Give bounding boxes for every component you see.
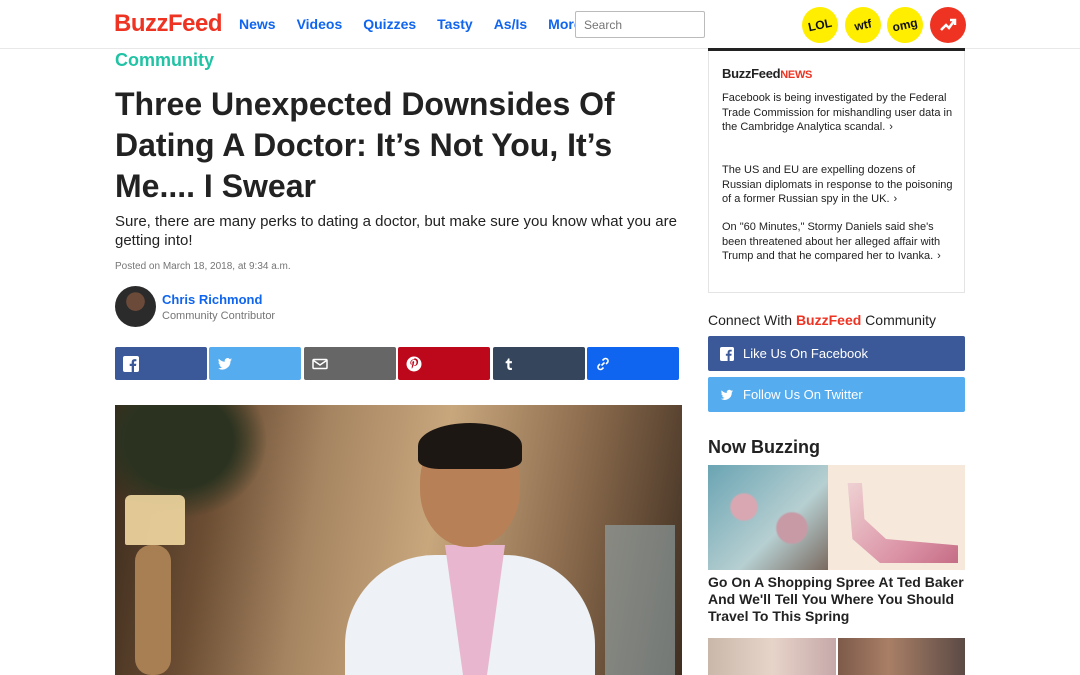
twitter-icon [720, 389, 734, 400]
share-pinterest-button[interactable] [398, 347, 490, 380]
chevron-right-icon: › [889, 121, 893, 133]
article-headline: Three Unexpected Downsides Of Dating A D… [115, 86, 615, 204]
share-facebook-button[interactable] [115, 347, 207, 380]
follow-twitter-button[interactable]: Follow Us On Twitter [708, 377, 965, 412]
hero-doctor-hair [418, 423, 522, 469]
omg-badge-button[interactable]: omg [883, 3, 927, 47]
wtf-badge-button[interactable]: wtf [841, 3, 885, 47]
buzzfeed-news-box: BuzzFeedNEWS Facebook is being investiga… [708, 51, 965, 293]
buzz-thumbnail-right [838, 638, 965, 675]
follow-twitter-label: Follow Us On Twitter [743, 387, 863, 402]
lol-badge-button[interactable]: LOL [798, 3, 842, 47]
news-item-text: Facebook is being investigated by the Fe… [722, 92, 953, 133]
news-item[interactable]: The US and EU are expelling dozens of Ru… [722, 163, 957, 207]
hero-window [605, 525, 675, 675]
author-avatar[interactable] [115, 286, 156, 327]
buzz-thumbnail[interactable] [708, 638, 965, 675]
news-item[interactable]: On "60 Minutes," Stormy Daniels said she… [722, 220, 957, 264]
connect-prefix: Connect With [708, 312, 793, 328]
buzz-item-title[interactable]: Go On A Shopping Spree At Ted Baker And … [708, 574, 965, 625]
like-facebook-label: Like Us On Facebook [743, 346, 869, 361]
facebook-icon [123, 355, 139, 372]
news-logo-suffix: NEWS [780, 69, 813, 81]
nav-as-is[interactable]: As/Is [494, 16, 527, 32]
hero-lamp-shade [125, 495, 185, 545]
connect-heading: Connect With BuzzFeed Community [708, 312, 936, 328]
nav-quizzes[interactable]: Quizzes [363, 16, 416, 32]
news-logo-text: BuzzFeed [722, 66, 781, 81]
share-copy-link-button[interactable] [587, 347, 679, 380]
facebook-icon [720, 346, 734, 361]
category-link[interactable]: Community [115, 50, 214, 71]
pinterest-icon [406, 356, 422, 371]
news-item[interactable]: Facebook is being investigated by the Fe… [722, 91, 957, 135]
article-dek: Sure, there are many perks to dating a d… [115, 213, 677, 249]
email-icon [312, 358, 328, 369]
twitter-icon [217, 357, 232, 370]
tumblr-icon [505, 358, 512, 370]
link-icon [597, 357, 609, 370]
buzz-thumbnail[interactable] [708, 465, 965, 570]
nav-news[interactable]: News [239, 16, 276, 32]
nav-tasty[interactable]: Tasty [437, 16, 473, 32]
hero-lamp-base [135, 545, 171, 675]
buzzfeed-logo[interactable]: BuzzFeed [114, 10, 223, 38]
posted-timestamp: Posted on March 18, 2018, at 9:34 a.m. [115, 261, 291, 272]
buzzfeed-news-logo[interactable]: BuzzFeedNEWS [722, 66, 812, 81]
chevron-right-icon: › [893, 193, 898, 205]
buzz-thumbnail-blossoms [708, 465, 828, 570]
buzz-thumbnail-left [708, 638, 836, 675]
news-item-text: On "60 Minutes," Stormy Daniels said she… [722, 221, 941, 262]
main-nav: News Videos Quizzes Tasty As/Is More⌄ [239, 16, 612, 32]
chevron-right-icon: › [937, 250, 941, 262]
connect-brand: BuzzFeed [795, 312, 862, 328]
share-email-button[interactable] [304, 347, 396, 380]
author-name[interactable]: Chris Richmond [162, 292, 262, 307]
trending-button[interactable] [930, 7, 966, 43]
search-input[interactable] [575, 11, 705, 38]
site-header: BuzzFeed News Videos Quizzes Tasty As/Is… [0, 0, 1080, 49]
news-item-text: The US and EU are expelling dozens of Ru… [722, 164, 953, 205]
now-buzzing-heading: Now Buzzing [708, 437, 820, 457]
share-tumblr-button[interactable] [493, 347, 585, 380]
nav-videos[interactable]: Videos [297, 16, 343, 32]
trending-arrow-icon [940, 18, 957, 31]
share-twitter-button[interactable] [209, 347, 301, 380]
article-hero-image [115, 405, 682, 675]
connect-suffix: Community [865, 312, 936, 328]
like-facebook-button[interactable]: Like Us On Facebook [708, 336, 965, 371]
author-role: Community Contributor [162, 310, 276, 322]
